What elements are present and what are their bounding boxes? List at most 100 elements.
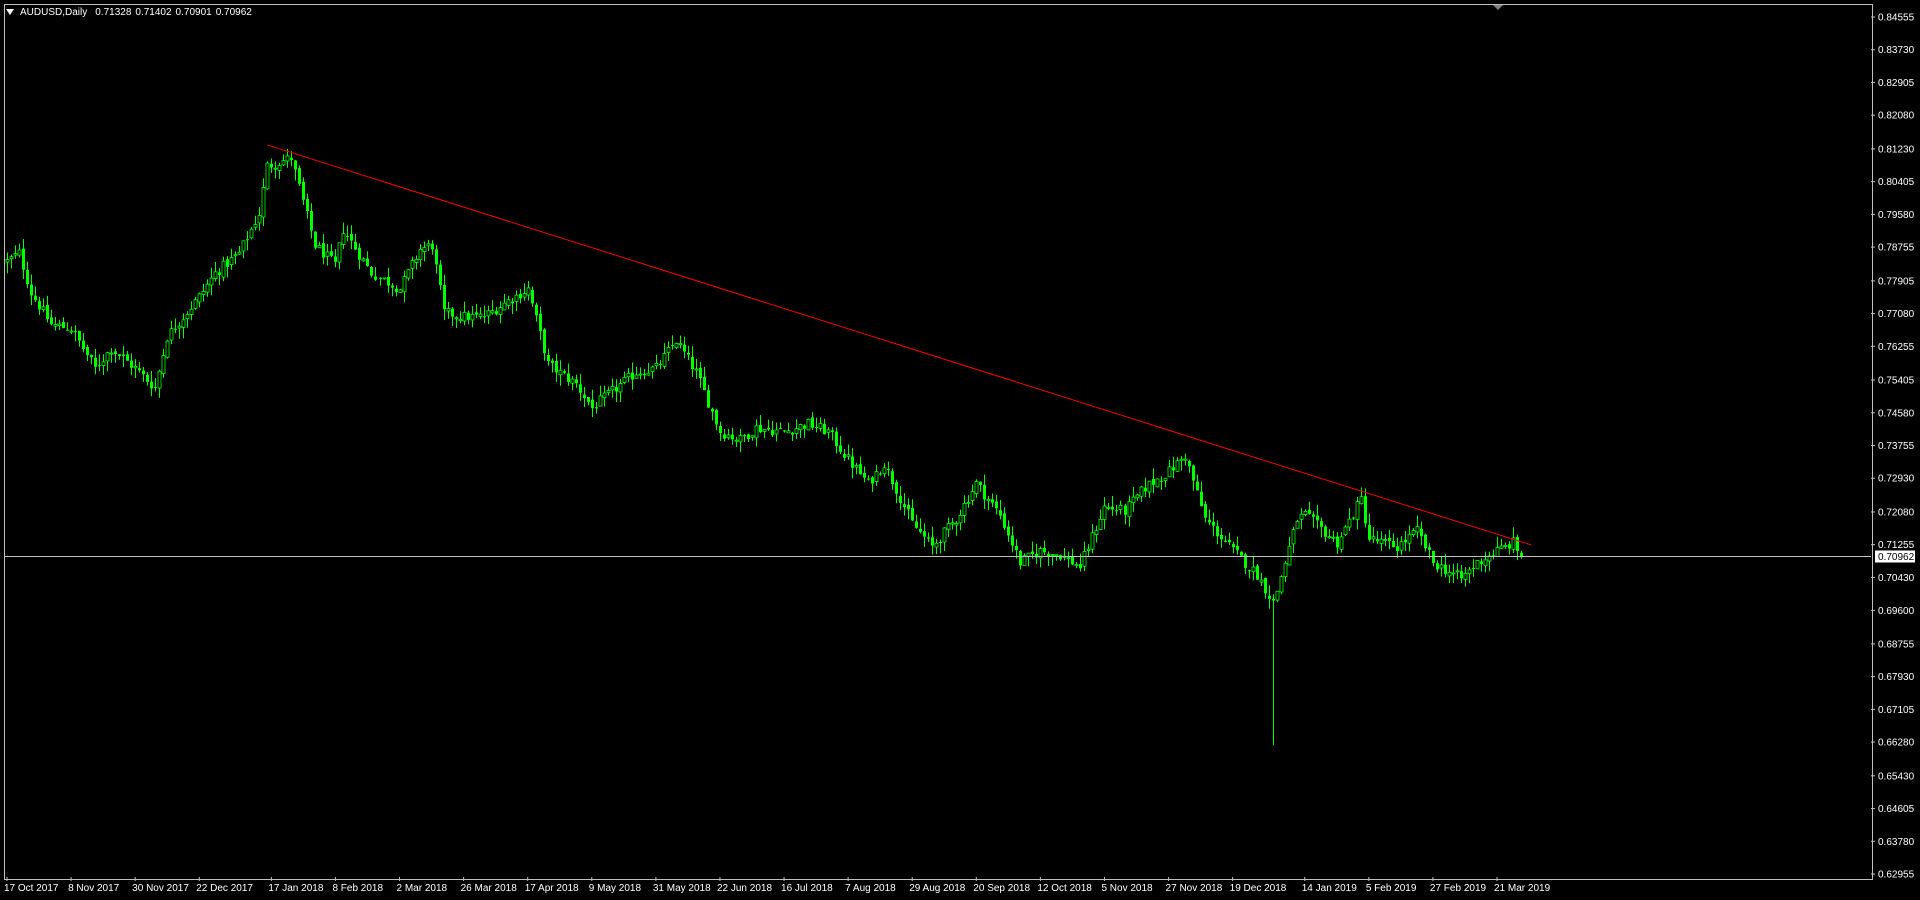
candle <box>122 345 125 368</box>
candle-body-bear <box>895 482 898 494</box>
candle <box>34 286 37 303</box>
candle <box>806 418 811 431</box>
candle <box>109 348 114 363</box>
candle <box>1472 559 1475 577</box>
candle <box>1415 515 1420 539</box>
candle <box>30 274 33 306</box>
x-axis-tick-label: 21 Mar 2019 <box>1494 883 1551 894</box>
candle-body-bear <box>1115 510 1118 512</box>
candle-body-bull <box>1299 513 1304 520</box>
candle <box>519 288 522 304</box>
candle <box>1019 549 1022 570</box>
candle <box>1368 513 1371 542</box>
candle <box>1499 538 1504 550</box>
candle <box>514 290 519 312</box>
candle <box>322 234 325 265</box>
x-axis-tick-label: 7 Aug 2018 <box>845 883 896 894</box>
candle-body-bear <box>767 427 770 430</box>
candle-body-bull <box>1283 562 1288 578</box>
candle-body-bull <box>13 253 18 256</box>
candle <box>1196 474 1199 491</box>
candle <box>443 274 446 320</box>
candle <box>257 206 262 231</box>
candle <box>86 344 89 362</box>
candle-body-bull <box>806 418 811 431</box>
candle <box>495 306 498 316</box>
candle <box>919 518 922 534</box>
candle-body-bear <box>50 317 53 325</box>
candle-body-bull <box>1022 555 1027 566</box>
candle-body-bull <box>1451 572 1456 575</box>
candle <box>101 354 106 376</box>
candle <box>662 343 667 369</box>
candle-body-bear <box>1200 491 1203 507</box>
candle-body-bear <box>130 360 133 368</box>
candle-body-bull <box>1106 506 1111 509</box>
candle-body-bear <box>1124 505 1127 515</box>
y-axis-tick-label: 0.72080 <box>1878 507 1915 518</box>
candle <box>379 277 382 286</box>
candle-body-bull <box>1379 538 1384 544</box>
candle-body-bear <box>1312 514 1315 517</box>
candle-body-bear <box>1224 540 1227 542</box>
candle <box>1232 541 1235 554</box>
candle <box>358 243 361 270</box>
candle <box>846 444 851 460</box>
candle <box>643 369 646 380</box>
candle <box>666 341 671 361</box>
candle <box>879 471 882 476</box>
candle-body-bull <box>1371 536 1376 540</box>
candle-body-bear <box>1268 595 1271 599</box>
candle <box>391 283 394 297</box>
candle-body-bull <box>69 330 74 333</box>
candle-body-bear <box>294 160 297 170</box>
candle-body-bull <box>57 323 62 327</box>
candle-body-bull <box>265 162 270 190</box>
candle-body-bull <box>9 256 14 260</box>
candle <box>1407 525 1412 552</box>
candle <box>762 428 767 439</box>
candle-body-bear <box>98 365 101 367</box>
candle <box>1152 468 1155 494</box>
candle-body-bear <box>1212 521 1215 526</box>
candle <box>470 306 475 328</box>
candle-body-bear <box>1316 515 1319 521</box>
candle <box>1188 459 1191 473</box>
y-axis-tick-label: 0.63780 <box>1878 837 1915 848</box>
chart-window[interactable]: AUDUSD,Daily 0.71328 0.71402 0.70901 0.70962… <box>0 0 1920 900</box>
candle <box>674 342 679 350</box>
candle-body-bull <box>109 352 114 355</box>
candle-body-bull <box>454 317 459 320</box>
candle-body-bull <box>726 434 731 439</box>
candle <box>1259 572 1264 586</box>
candle <box>1272 594 1275 746</box>
x-axis-tick-label: 22 Dec 2017 <box>196 883 253 894</box>
candle <box>94 348 97 375</box>
candle-body-bear <box>771 430 774 436</box>
candle-body-bear <box>683 344 686 352</box>
candle <box>277 162 282 180</box>
candle <box>691 346 694 377</box>
candle <box>687 345 690 361</box>
candle-body-bear <box>1388 537 1391 541</box>
candle <box>671 335 674 350</box>
candle-body-bull <box>646 372 651 376</box>
candle <box>354 233 357 251</box>
candle-body-bull <box>101 361 106 366</box>
candle-body-bull <box>1343 526 1348 536</box>
candle-body-bear <box>1352 517 1355 519</box>
candle-body-bear <box>26 269 29 285</box>
candle <box>1343 524 1348 537</box>
x-axis-tick-label: 17 Oct 2017 <box>4 883 59 894</box>
candle <box>462 301 467 326</box>
y-axis-tick-label: 0.65430 <box>1878 771 1915 782</box>
candle-body-bear <box>1472 568 1475 570</box>
candle <box>74 325 77 342</box>
y-axis-tick-label: 0.73755 <box>1878 441 1915 452</box>
candle <box>1003 507 1006 531</box>
candle <box>626 368 631 383</box>
candle-body-bear <box>1320 521 1323 527</box>
candle-body-bear <box>843 454 846 458</box>
candle-body-bull <box>249 228 254 239</box>
price-chart[interactable]: 0.84555 0.83730 0.82905 0.82080 0.81230 0.804… <box>0 0 1920 900</box>
